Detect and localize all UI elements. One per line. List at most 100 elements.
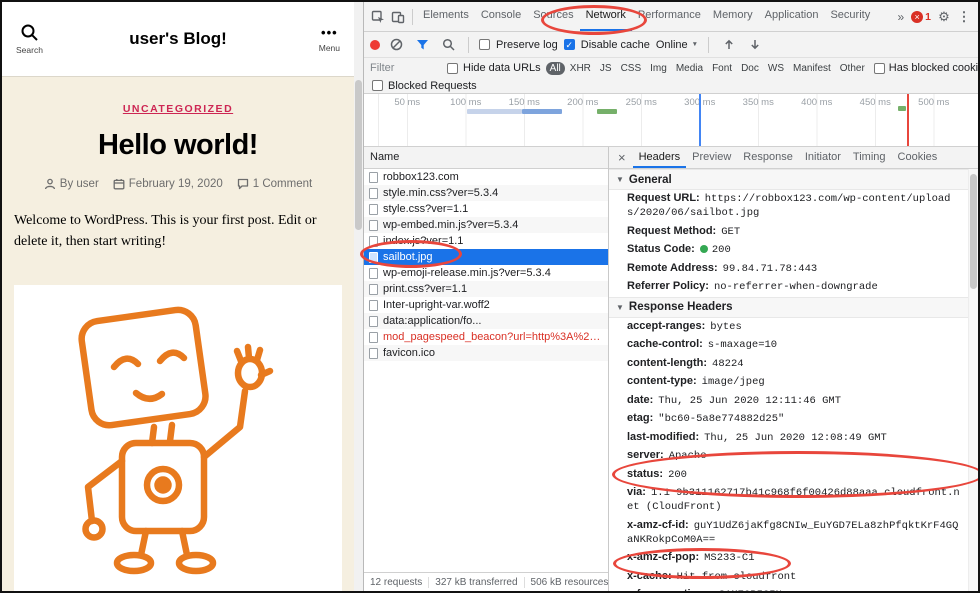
export-har-icon[interactable] (745, 35, 765, 55)
preserve-log-checkbox[interactable] (479, 39, 490, 50)
close-details-icon[interactable]: × (613, 150, 631, 165)
page-scrollbar-thumb[interactable] (355, 80, 362, 230)
clear-icon[interactable] (386, 35, 406, 55)
record-network-log-button[interactable] (370, 40, 380, 50)
details-tab[interactable]: Preview (686, 147, 737, 168)
devtools-tab[interactable]: Network (580, 2, 632, 31)
devtools-menu-icon[interactable]: ⋮ (954, 7, 974, 27)
response-header-row: content-type:image/jpeg (609, 373, 968, 392)
name-column-header[interactable]: Name (364, 147, 608, 169)
details-scrollbar-thumb[interactable] (970, 174, 977, 289)
search-button[interactable]: Search (16, 23, 43, 55)
filter-input[interactable] (370, 62, 442, 74)
general-header-row: Remote Address:99.84.71.78:443 (609, 260, 968, 279)
throttling-value: Online (656, 39, 688, 51)
header-value: no-referrer-when-downgrade (714, 281, 878, 293)
details-tab[interactable]: Cookies (892, 147, 944, 168)
author-label: By user (60, 178, 99, 190)
request-row[interactable]: sailbot.jpg (364, 249, 608, 265)
disable-cache-checkbox[interactable] (564, 39, 575, 50)
has-blocked-cookies-label[interactable]: Has blocked cookies (889, 62, 978, 74)
header-key: etag: (627, 412, 653, 424)
general-section-title: General (629, 174, 672, 186)
details-tab[interactable]: Initiator (799, 147, 847, 168)
type-filter-pill[interactable]: All (546, 62, 565, 75)
type-filter-pill[interactable]: Other (836, 62, 869, 75)
blocked-requests-checkbox[interactable] (372, 80, 383, 91)
request-row[interactable]: Inter-upright-var.woff2 (364, 297, 608, 313)
post-date-link[interactable]: February 19, 2020 (113, 178, 223, 190)
settings-gear-icon[interactable]: ⚙ (934, 7, 954, 27)
request-row[interactable]: wp-emoji-release.min.js?ver=5.3.4 (364, 265, 608, 281)
transferred-size: 327 kB transferred (429, 577, 524, 588)
network-overview-timeline[interactable]: 50 ms100 ms150 ms200 ms250 ms300 ms350 m… (364, 94, 978, 147)
devtools-tab[interactable]: Memory (707, 2, 759, 31)
devtools-tab[interactable]: Console (475, 2, 527, 31)
details-tab[interactable]: Timing (847, 147, 892, 168)
devtools-tab[interactable]: Performance (632, 2, 707, 31)
header-value: 200 (668, 469, 687, 481)
general-section-header[interactable]: ▼ General (609, 169, 968, 190)
type-filter-pill[interactable]: CSS (617, 62, 646, 75)
type-filter-pill[interactable]: Font (708, 62, 736, 75)
comments-link[interactable]: 1 Comment (237, 178, 312, 190)
devtools-tab[interactable]: Sources (527, 2, 579, 31)
more-tabs-icon[interactable]: » (893, 10, 908, 24)
has-blocked-cookies-checkbox[interactable] (874, 63, 885, 74)
request-row[interactable]: data:application/fo... (364, 313, 608, 329)
author-icon (44, 178, 56, 190)
request-row[interactable]: mod_pagespeed_beacon?url=http%3A%2F%2Fro… (364, 329, 608, 345)
type-filter-pill[interactable]: JS (596, 62, 616, 75)
type-filter-pill[interactable]: XHR (566, 62, 595, 75)
waterfall-bar (522, 109, 562, 114)
details-scrollbar[interactable] (968, 169, 978, 591)
request-row[interactable]: style.min.css?ver=5.3.4 (364, 185, 608, 201)
details-tab[interactable]: Headers (633, 147, 687, 168)
hide-data-urls-checkbox[interactable] (447, 63, 458, 74)
throttling-dropdown[interactable]: Online ▼ (656, 39, 698, 51)
request-row[interactable]: style.css?ver=1.1 (364, 201, 608, 217)
disable-cache-label[interactable]: Disable cache (581, 39, 650, 51)
type-filter-pill[interactable]: Doc (737, 62, 763, 75)
response-header-row: content-length:48224 (609, 355, 968, 374)
page-scrollbar[interactable] (354, 2, 363, 591)
preserve-log-label[interactable]: Preserve log (496, 39, 558, 51)
device-toolbar-icon[interactable] (388, 7, 408, 27)
site-title[interactable]: user's Blog! (129, 29, 227, 49)
header-key: Request URL: (627, 192, 700, 204)
response-header-row: etag:"bc60-5a8e774882d25" (609, 410, 968, 429)
console-error-badge[interactable]: × 1 (908, 11, 934, 23)
blocked-requests-label[interactable]: Blocked Requests (388, 80, 477, 92)
type-filter-pill[interactable]: Media (672, 62, 707, 75)
inspect-element-icon[interactable] (368, 7, 388, 27)
details-tab[interactable]: Response (737, 147, 799, 168)
search-network-icon[interactable] (438, 35, 458, 55)
filter-funnel-icon[interactable] (412, 35, 432, 55)
post-title: Hello world! (2, 129, 354, 162)
devtools-tab[interactable]: Security (824, 2, 876, 31)
type-filter-pill[interactable]: Img (646, 62, 671, 75)
header-value: SAMEORIGIN (719, 589, 782, 591)
hide-data-urls-label[interactable]: Hide data URLs (463, 62, 541, 74)
search-label: Search (16, 45, 43, 55)
devtools-tab[interactable]: Elements (417, 2, 475, 31)
import-har-icon[interactable] (719, 35, 739, 55)
devtools-tab[interactable]: Application (759, 2, 825, 31)
header-key: last-modified: (627, 431, 699, 443)
request-row[interactable]: index.js?ver=1.1 (364, 233, 608, 249)
timeline-tick-label: 150 ms (495, 94, 554, 108)
response-headers-section-header[interactable]: ▼ Response Headers (609, 297, 968, 318)
header-value: Thu, 25 Jun 2020 12:11:46 GMT (658, 395, 841, 407)
type-filter-pill[interactable]: Manifest (789, 62, 835, 75)
type-filter-pill[interactable]: WS (764, 62, 788, 75)
request-row[interactable]: favicon.ico (364, 345, 608, 361)
request-row[interactable]: wp-embed.min.js?ver=5.3.4 (364, 217, 608, 233)
request-row[interactable]: robbox123.com (364, 169, 608, 185)
response-header-row: x-amz-cf-pop:MS233-C1 (609, 549, 968, 568)
post-category-link[interactable]: UNCATEGORIZED (123, 103, 233, 115)
details-tab-bar: × HeadersPreviewResponseInitiatorTimingC… (609, 147, 978, 169)
menu-button[interactable]: ••• Menu (319, 26, 340, 53)
author-link[interactable]: By user (44, 178, 99, 190)
request-row[interactable]: print.css?ver=1.1 (364, 281, 608, 297)
general-header-row: Request Method:GET (609, 223, 968, 242)
